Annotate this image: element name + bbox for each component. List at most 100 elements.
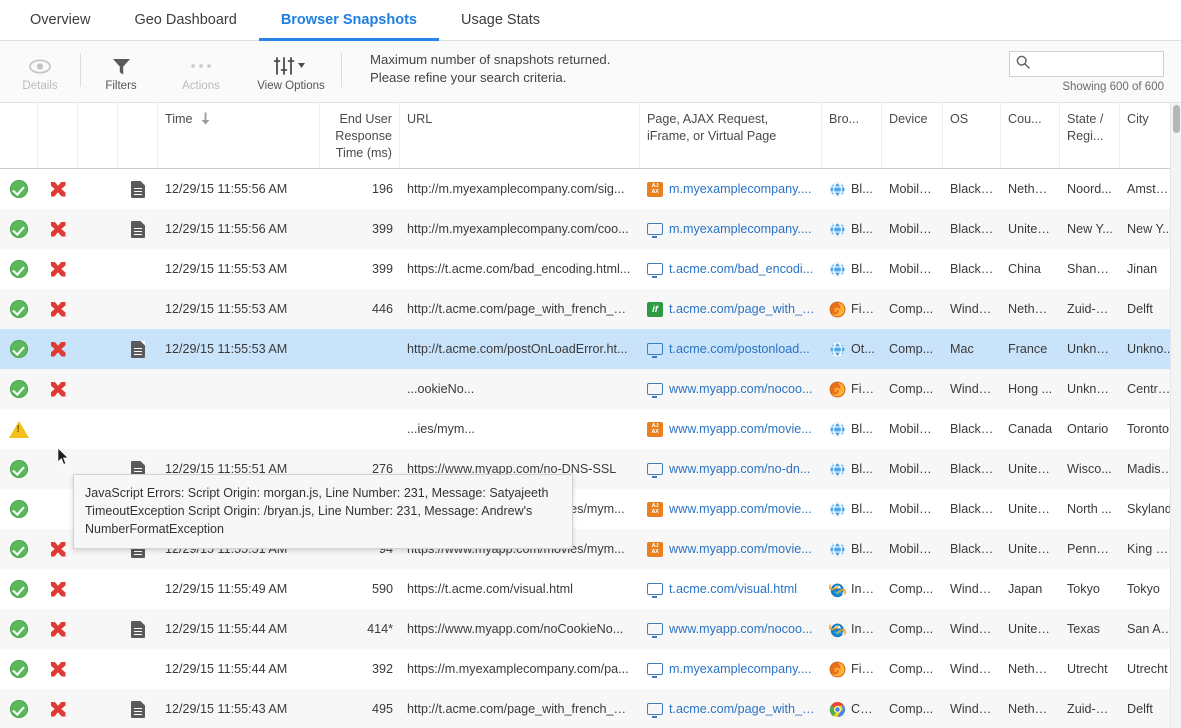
javascript-error-icon[interactable] [50,221,66,237]
document-icon[interactable] [131,340,145,358]
javascript-error-icon[interactable] [50,381,66,397]
cell-document[interactable] [118,249,158,289]
cell-error-indicator[interactable] [38,689,78,728]
javascript-error-icon[interactable] [50,541,66,557]
cell-error-indicator[interactable] [38,289,78,329]
page-monitor-icon [647,583,663,598]
javascript-error-icon[interactable] [50,581,66,597]
page-link[interactable]: www.myapp.com/nocoo... [669,382,813,396]
cell-document[interactable] [118,569,158,609]
cell-document[interactable] [118,329,158,369]
table-row[interactable]: 12/29/15 11:55:53 AM http://t.acme.com/po… [0,329,1181,369]
tab-overview[interactable]: Overview [8,0,112,40]
filters-button[interactable]: Filters [81,41,161,103]
page-link[interactable]: www.myapp.com/nocoo... [669,622,813,636]
javascript-error-icon[interactable] [50,301,66,317]
cell-page: t.acme.com/visual.html [640,569,822,609]
document-icon[interactable] [131,180,145,198]
page-link[interactable]: m.myexamplecompany.... [669,182,812,196]
cell-city-text: Tokyo [1127,582,1160,596]
table-row[interactable]: 12/29/15 11:55:44 AM 414* https://www.myap… [0,609,1181,649]
column-header-device[interactable]: Device [882,103,943,168]
cell-error-indicator[interactable] [38,329,78,369]
cell-time: 12/29/15 11:55:53 AM [158,329,320,369]
page-link[interactable]: www.myapp.com/movie... [669,542,812,556]
details-button[interactable]: Details [0,41,80,103]
tab-geo-dashboard[interactable]: Geo Dashboard [112,0,258,40]
page-link[interactable]: www.myapp.com/movie... [669,422,812,436]
table-row[interactable]: 12/29/15 11:55:53 AM 446 http://t.acme.com… [0,289,1181,329]
column-header-error[interactable] [38,103,78,168]
table-row[interactable]: 12/29/15 11:55:49 AM 590 https://t.acme.co… [0,569,1181,609]
column-header-os[interactable]: OS [943,103,1001,168]
cell-os: Windo... [943,649,1001,689]
javascript-error-icon[interactable] [50,661,66,677]
cell-error-indicator[interactable] [38,569,78,609]
page-link[interactable]: m.myexamplecompany.... [669,222,812,236]
column-header-state-region[interactable]: State / Regi... [1060,103,1120,168]
cell-error-indicator[interactable] [38,209,78,249]
page-link[interactable]: m.myexamplecompany.... [669,662,812,676]
cell-document[interactable] [118,169,158,209]
column-header-blank[interactable] [78,103,118,168]
cell-document[interactable] [118,609,158,649]
javascript-error-icon[interactable] [50,621,66,637]
javascript-error-icon[interactable] [50,181,66,197]
column-header-url[interactable]: URL [400,103,640,168]
cell-document[interactable] [118,369,158,409]
column-header-status[interactable] [0,103,38,168]
view-options-button[interactable]: View Options [241,41,341,103]
column-header-document[interactable] [118,103,158,168]
table-row[interactable]: 12/29/15 11:55:53 AM 399 https://t.acme.co… [0,249,1181,289]
column-header-browser[interactable]: Bro... [822,103,882,168]
cell-error-indicator[interactable] [38,609,78,649]
page-link[interactable]: t.acme.com/bad_encodi... [669,262,813,276]
document-icon[interactable] [131,620,145,638]
javascript-error-icon[interactable] [50,261,66,277]
table-row[interactable]: ...ies/mym... AJAX www.myapp.com/movie... B… [0,409,1181,449]
cell-error-indicator[interactable] [38,169,78,209]
table-row[interactable]: ...ookieNo... www.myapp.com/nocoo... Fir..… [0,369,1181,409]
cell-end-user-response-time-text: 392 [371,662,393,676]
cell-error-indicator[interactable] [38,529,78,569]
page-link[interactable]: www.myapp.com/no-dn... [669,462,810,476]
cell-document[interactable] [118,409,158,449]
cell-error-indicator[interactable] [38,369,78,409]
javascript-error-icon[interactable] [50,701,66,717]
document-icon[interactable] [131,220,145,238]
table-row[interactable]: 12/29/15 11:55:56 AM 399 http://m.myexampl… [0,209,1181,249]
cell-error-indicator[interactable] [38,249,78,289]
javascript-error-icon[interactable] [50,341,66,357]
page-link[interactable]: t.acme.com/visual.html [669,582,797,596]
cell-error-indicator[interactable] [38,449,78,489]
table-row[interactable]: 12/29/15 11:55:44 AM 392 https://m.myexamp… [0,649,1181,689]
vertical-scrollbar[interactable] [1170,103,1181,728]
search-input[interactable] [1034,56,1181,72]
cell-document[interactable] [118,209,158,249]
page-link[interactable]: t.acme.com/page_with_f... [669,702,815,716]
cell-url-text: http://t.acme.com/page_with_french_%... [407,302,633,316]
cell-document[interactable] [118,689,158,728]
cell-error-indicator[interactable] [38,489,78,529]
vertical-scrollbar-thumb[interactable] [1173,105,1180,133]
cell-state-region-text: Shand... [1067,262,1113,276]
page-link[interactable]: t.acme.com/postonload... [669,342,810,356]
cell-error-indicator[interactable] [38,649,78,689]
column-header-time[interactable]: Time [158,103,320,168]
tab-browser-snapshots[interactable]: Browser Snapshots [258,0,440,41]
column-header-country[interactable]: Cou... [1001,103,1060,168]
table-row[interactable]: 12/29/15 11:55:56 AM 196 http://m.myexampl… [0,169,1181,209]
cell-document[interactable] [118,289,158,329]
column-header-page[interactable]: Page, AJAX Request, iFrame, or Virtual P… [640,103,822,168]
column-header-end-user-response-time[interactable]: End User Response Time (ms) [320,103,400,168]
page-link[interactable]: www.myapp.com/movie... [669,502,812,516]
table-row[interactable]: 12/29/15 11:55:43 AM 495 http://t.acme.com… [0,689,1181,728]
cell-error-indicator[interactable] [38,409,78,449]
actions-button[interactable]: Actions [161,41,241,103]
cell-document[interactable] [118,649,158,689]
tab-usage-stats[interactable]: Usage Stats [439,0,562,40]
search-box[interactable] [1009,51,1181,77]
document-icon[interactable] [131,700,145,718]
page-link[interactable]: t.acme.com/page_with_f... [669,302,815,316]
cell-state-region-text: Zuid-H... [1067,302,1113,316]
